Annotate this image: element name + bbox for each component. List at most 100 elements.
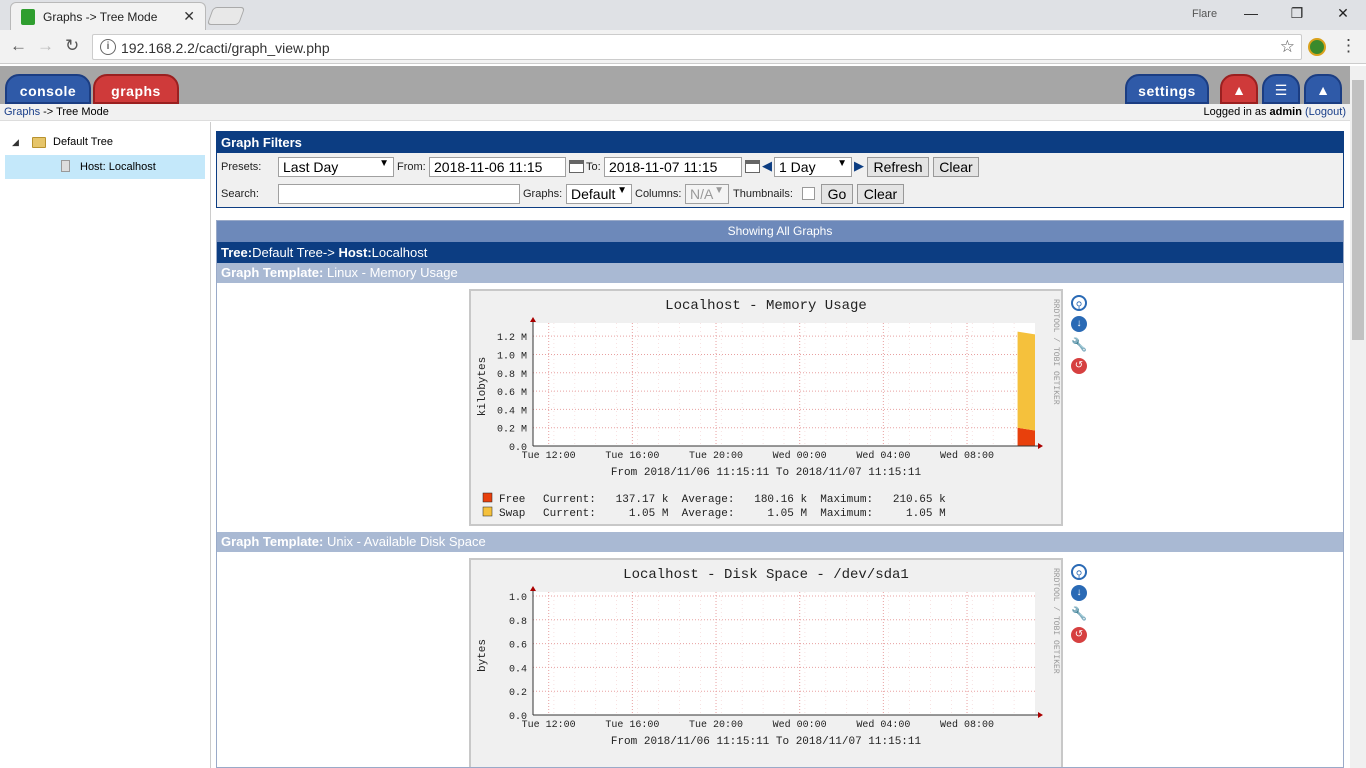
breadcrumb-graphs-link[interactable]: Graphs: [4, 106, 40, 118]
bookmark-star-icon[interactable]: ☆: [1280, 37, 1295, 57]
x-tick-label: Wed 08:00: [940, 719, 994, 731]
x-tick-label: Wed 04:00: [856, 719, 910, 731]
y-tick-label: 0.4: [509, 664, 527, 675]
x-tick-label: Wed 04:00: [856, 450, 910, 462]
columns-value: N/A: [690, 186, 714, 202]
y-axis-label: kilobytes: [477, 357, 489, 416]
timespan-select[interactable]: 1 Day ▼: [774, 157, 852, 177]
go-button[interactable]: Go: [821, 184, 853, 204]
y-axis-label: bytes: [477, 639, 489, 672]
logout-link[interactable]: (Logout): [1305, 106, 1346, 118]
y-tick-label: 1.2 M: [497, 333, 527, 344]
legend-swatch-swap: [482, 506, 493, 517]
list-view-icon[interactable]: ☰: [1262, 74, 1300, 104]
extension-globe-icon[interactable]: [1308, 38, 1326, 56]
scrollbar-thumb[interactable]: [1352, 80, 1364, 340]
legend-name: Free: [499, 494, 525, 506]
timespan-icon[interactable]: ↺: [1071, 358, 1087, 374]
tree-value: Default Tree->: [252, 245, 335, 260]
chart-title: Localhost - Memory Usage: [665, 298, 867, 314]
minimize-icon[interactable]: —: [1240, 5, 1262, 23]
graphs-label: Graphs:: [523, 188, 563, 200]
showing-all-graphs: Showing All Graphs: [217, 221, 1343, 242]
address-bar[interactable]: i 192.168.2.2/cacti/graph_view.php ☆: [92, 34, 1302, 60]
graph-template-heading: Graph Template: Linux - Memory Usage: [217, 263, 1343, 283]
graph-template-label: Graph Template:: [221, 265, 324, 280]
search-input[interactable]: [278, 184, 520, 204]
preview-view-icon[interactable]: ▲: [1304, 74, 1342, 104]
tree-root-item[interactable]: ◢ Default Tree: [12, 136, 113, 148]
calendar-icon[interactable]: [745, 160, 760, 173]
clear-search-button[interactable]: Clear: [857, 184, 904, 204]
tree-host-label: Host: Localhost: [80, 161, 156, 173]
memory-usage-graph[interactable]: Localhost - Memory Usage kilobytes RRDTOOL…: [469, 289, 1063, 526]
from-date-input[interactable]: [429, 157, 566, 177]
browser-toolbar: ← → ↻ i 192.168.2.2/cacti/graph_view.php…: [0, 30, 1366, 64]
breadcrumb-current: -> Tree Mode: [43, 106, 109, 118]
thumbnails-checkbox[interactable]: [802, 187, 815, 200]
columns-select[interactable]: N/A ▼: [685, 184, 729, 204]
tab-title: Graphs -> Tree Mode: [43, 10, 158, 24]
back-arrow-icon[interactable]: ←: [10, 36, 27, 56]
rrdtool-watermark: RRDTOOL / TOBI OETIKER: [1051, 568, 1060, 674]
search-label: Search:: [221, 188, 259, 200]
settings-tab[interactable]: settings: [1125, 74, 1209, 104]
csv-export-icon[interactable]: ↓: [1071, 316, 1087, 332]
refresh-button[interactable]: Refresh: [867, 157, 929, 177]
csv-export-icon[interactable]: ↓: [1071, 585, 1087, 601]
timespan-icon[interactable]: ↺: [1071, 627, 1087, 643]
maximize-icon[interactable]: ❐: [1286, 5, 1308, 23]
window-close-icon[interactable]: ✕: [1332, 5, 1354, 23]
zoom-icon[interactable]: ⚲: [1071, 295, 1087, 311]
new-tab-button[interactable]: [206, 7, 246, 25]
disk-space-graph[interactable]: Localhost - Disk Space - /dev/sda1 bytes R…: [469, 558, 1063, 767]
y-tick-label: 0.8 M: [497, 370, 527, 381]
shift-right-icon[interactable]: ▶: [854, 158, 864, 174]
y-axis-arrow: [530, 317, 536, 322]
calendar-icon[interactable]: [569, 160, 584, 173]
clear-button[interactable]: Clear: [933, 157, 979, 177]
graph-range-text: From 2018/11/06 11:15:11 To 2018/11/07 1…: [611, 736, 922, 748]
presets-select[interactable]: Last Day ▼: [278, 157, 394, 177]
x-tick-label: Wed 00:00: [773, 719, 827, 731]
tree-view-icon[interactable]: ▲: [1220, 74, 1258, 104]
tree-host-item[interactable]: Host: Localhost: [5, 155, 205, 179]
x-tick-label: Wed 08:00: [940, 450, 994, 462]
cacti-header: console graphs settings ▲ ☰ ▲: [0, 66, 1350, 104]
graphs-select[interactable]: Default ▼: [566, 184, 632, 204]
thumbnails-label: Thumbnails:: [733, 188, 793, 200]
graph-template-heading: Graph Template: Unix - Available Disk Sp…: [217, 532, 1343, 552]
presets-value: Last Day: [283, 159, 339, 175]
y-tick-label: 1.0: [509, 593, 527, 604]
y-axis-arrow: [530, 586, 536, 591]
edit-wrench-icon[interactable]: 🔧: [1071, 606, 1087, 622]
tab-close-icon[interactable]: ✕: [183, 8, 195, 25]
graph-template-name: Linux - Memory Usage: [326, 265, 458, 280]
folder-icon: [31, 136, 46, 148]
edit-wrench-icon[interactable]: 🔧: [1071, 337, 1087, 353]
login-user: admin: [1269, 106, 1302, 118]
shift-left-icon[interactable]: ◀: [762, 158, 772, 174]
from-label: From:: [397, 161, 426, 173]
graph-actions: ⚲ ↓ 🔧 ↺: [1071, 295, 1087, 379]
reload-icon[interactable]: ↻: [65, 36, 79, 56]
to-date-input[interactable]: [604, 157, 742, 177]
console-tab[interactable]: console: [5, 74, 91, 104]
site-info-icon[interactable]: i: [100, 39, 116, 55]
browser-tab[interactable]: Graphs -> Tree Mode ✕: [10, 2, 206, 30]
y-tick-label: 0.8: [509, 617, 527, 628]
legend-stats: Current: 1.05 M Average: 1.05 M Maximum:…: [543, 508, 946, 520]
tree-sidebar: ◢ Default Tree Host: Localhost: [0, 122, 211, 768]
expand-triangle-icon[interactable]: ◢: [12, 137, 19, 147]
presets-label: Presets:: [221, 161, 262, 173]
cacti-favicon-icon: [21, 9, 35, 25]
graph-filters-title: Graph Filters: [217, 132, 1343, 153]
zoom-icon[interactable]: ⚲: [1071, 564, 1087, 580]
browser-menu-icon[interactable]: ⋮: [1340, 36, 1357, 56]
graph-actions: ⚲ ↓ 🔧 ↺: [1071, 564, 1087, 648]
forward-arrow-icon[interactable]: →: [37, 36, 54, 56]
browser-tab-bar: Graphs -> Tree Mode ✕ Flare — ❐ ✕: [0, 0, 1366, 30]
graphs-tab[interactable]: graphs: [93, 74, 179, 104]
x-tick-label: Tue 20:00: [689, 451, 743, 462]
page-scrollbar[interactable]: [1350, 66, 1366, 768]
